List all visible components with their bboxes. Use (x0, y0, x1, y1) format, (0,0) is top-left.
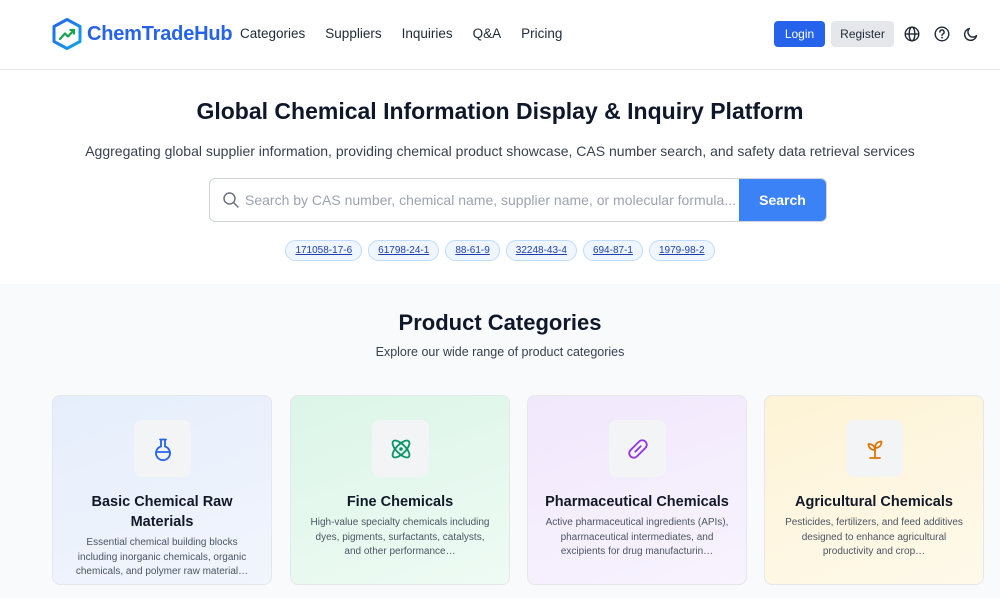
category-description: Active pharmaceutical ingredients (APIs)… (545, 517, 729, 558)
register-button[interactable]: Register (831, 21, 894, 47)
nav-link-categories[interactable]: Categories (240, 26, 305, 41)
category-name: Fine Chemicals (346, 494, 454, 510)
cas-chip[interactable]: 32248-43-4 (505, 240, 577, 261)
search-icon (223, 192, 239, 208)
nav-link-qa[interactable]: Q&A (473, 26, 502, 41)
hero-title: Global Chemical Information Display & In… (196, 98, 804, 124)
brand-name: ChemTradeHub (87, 22, 233, 45)
section-title: Product Categories (398, 310, 602, 335)
cas-chip[interactable]: 88-61-9 (445, 240, 500, 261)
category-card-fine-chemicals[interactable]: Fine Chemicals High-value specialty chem… (290, 395, 510, 585)
category-description: High-value specialty chemicals including… (310, 517, 490, 558)
category-name: Basic Chemical Raw Materials (91, 494, 233, 530)
search-bar: Search (209, 178, 827, 222)
flask-icon (154, 438, 171, 461)
category-icon-box (134, 420, 191, 477)
category-icon-box (609, 420, 666, 477)
category-card-basic-chemical[interactable]: Basic Chemical Raw Materials Essential c… (52, 395, 272, 585)
category-description: Pesticides, fertilizers, and feed additi… (785, 517, 963, 558)
category-icon-box (846, 420, 903, 477)
nav-link-inquiries[interactable]: Inquiries (402, 26, 453, 41)
category-name: Pharmaceutical Chemicals (545, 494, 729, 510)
help-circle-icon[interactable] (933, 25, 951, 43)
section-subtitle: Explore our wide range of product catego… (375, 345, 625, 359)
top-navbar: ChemTradeHub Categories Suppliers Inquir… (0, 0, 1000, 70)
globe-icon[interactable] (903, 25, 921, 43)
category-name: Agricultural Chemicals (795, 494, 953, 510)
cas-chip[interactable]: 61798-24-1 (368, 240, 440, 261)
category-card-pharmaceutical[interactable]: Pharmaceutical Chemicals Active pharmace… (527, 395, 747, 585)
category-icon-box (372, 420, 429, 477)
chart-trend-logo-icon (52, 18, 82, 50)
brand-logo[interactable]: ChemTradeHub (52, 18, 233, 50)
moon-icon[interactable] (962, 25, 980, 43)
hero-subtitle: Aggregating global supplier information,… (85, 143, 915, 159)
search-button[interactable]: Search (739, 179, 826, 221)
cas-suggestions: 171058-17-6 61798-24-1 88-61-9 32248-43-… (0, 240, 1000, 261)
login-button[interactable]: Login (774, 21, 825, 47)
cas-chip[interactable]: 171058-17-6 (285, 240, 363, 261)
main-nav: Categories Suppliers Inquiries Q&A Prici… (240, 26, 582, 41)
atom-icon (391, 439, 410, 458)
category-card-agricultural[interactable]: Agricultural Chemicals Pesticides, ferti… (764, 395, 984, 585)
cas-chip[interactable]: 694-87-1 (582, 240, 643, 261)
sprout-icon (867, 440, 882, 459)
category-description: Essential chemical building blocks inclu… (75, 537, 249, 578)
cas-chip[interactable]: 1979-98-2 (648, 240, 715, 261)
pill-icon (627, 438, 648, 459)
search-input[interactable] (245, 179, 740, 221)
product-categories-section: Product Categories Explore our wide rang… (0, 284, 1000, 598)
nav-link-suppliers[interactable]: Suppliers (325, 26, 381, 41)
nav-link-pricing[interactable]: Pricing (521, 26, 562, 41)
